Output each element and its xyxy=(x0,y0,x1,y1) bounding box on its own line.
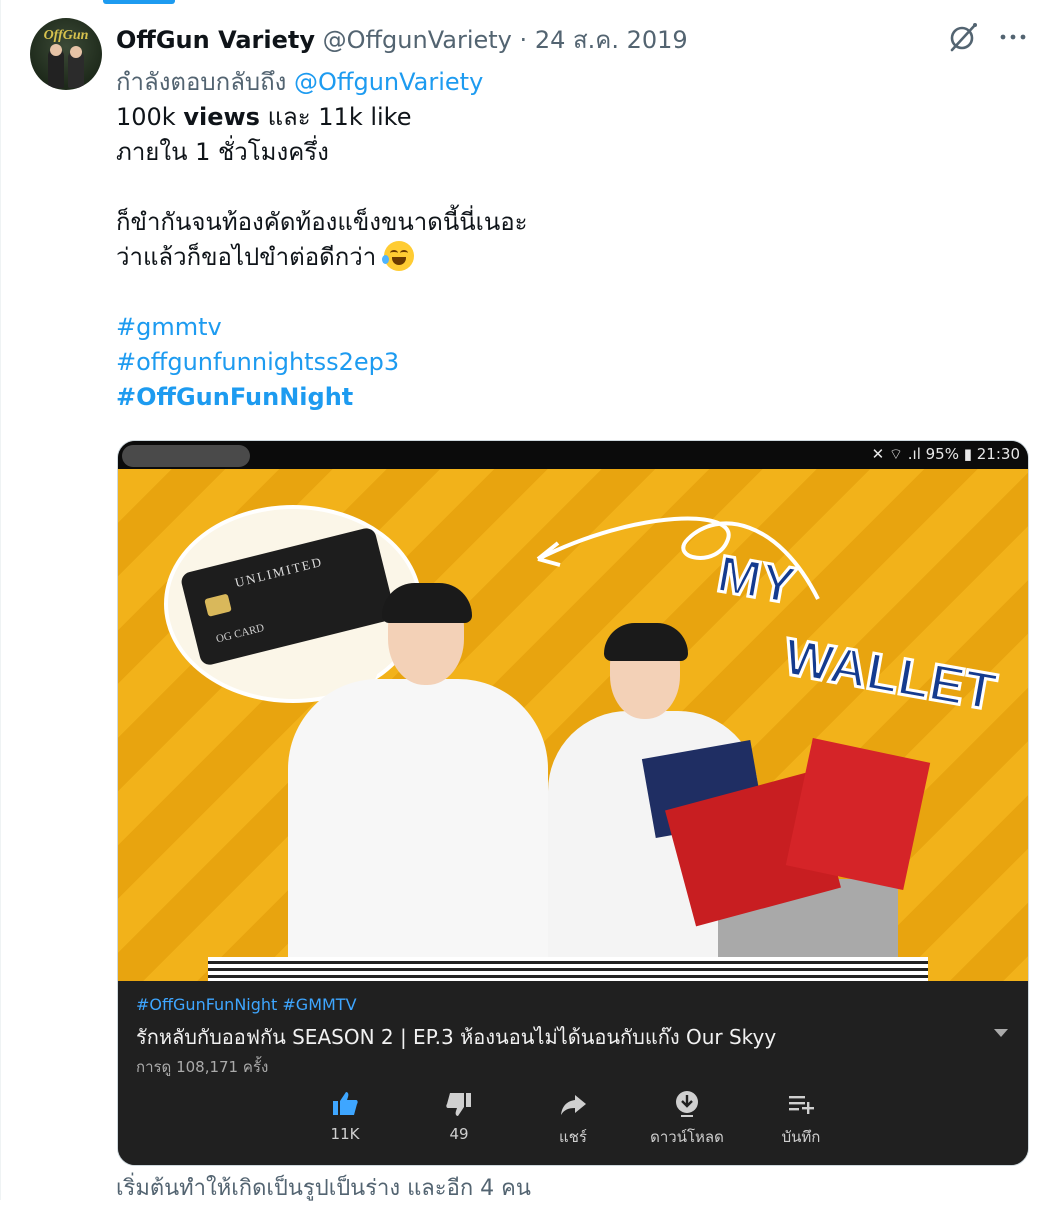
display-name[interactable]: OffGun Variety xyxy=(116,26,315,54)
expand-caret-icon[interactable] xyxy=(994,1029,1008,1037)
download-label: ดาวน์โหลด xyxy=(650,1128,724,1146)
share-icon xyxy=(561,1095,586,1115)
media-attachment[interactable]: ✕ ⌔ .ıl 95% ▮ 21:30 UNLIMITED OG CARD MY… xyxy=(117,440,1029,1166)
more-options-icon[interactable] xyxy=(996,20,1030,54)
dislike-count: 49 xyxy=(449,1125,469,1143)
title-word-wallet: WALLET xyxy=(778,626,1002,723)
status-bar-pill xyxy=(122,445,250,467)
tweet-line-3: ก็ขำกันจนท้องคัดท้องแข็งขนาดนี้นี่เนอะ xyxy=(116,208,528,236)
download-button[interactable]: ดาวน์โหลด xyxy=(627,1089,747,1149)
tweet-header: OffGun Variety @OffgunVariety · 24 ส.ค. … xyxy=(116,20,688,59)
share-button[interactable]: แชร์ xyxy=(513,1089,633,1149)
phone-status-bar: ✕ ⌔ .ıl 95% ▮ 21:30 xyxy=(118,441,1028,469)
user-handle[interactable]: @OffgunVariety xyxy=(323,26,512,54)
hashtag-offgunfunnightss2ep3[interactable]: #offgunfunnightss2ep3 xyxy=(116,348,399,376)
video-title[interactable]: รักหลับกับออฟกัน SEASON 2 | EP.3 ห้องนอน… xyxy=(136,1021,776,1053)
tweet-date[interactable]: 24 ส.ค. 2019 xyxy=(535,26,688,54)
top-accent-strip xyxy=(103,0,175,4)
title-word-my: MY xyxy=(712,544,802,618)
card-brand: UNLIMITED xyxy=(233,553,325,591)
tweet-line-1-start: 100k xyxy=(116,103,184,131)
replying-prefix: กำลังตอบกลับถึง xyxy=(116,68,287,96)
video-thumbnail[interactable]: UNLIMITED OG CARD MY WALLET xyxy=(118,469,1028,981)
like-button[interactable]: 11K xyxy=(285,1089,405,1143)
tweet-line-1: 100k views และ 11k like xyxy=(116,100,1016,135)
tweet-line-2: ภายใน 1 ชั่วโมงครึ่ง xyxy=(116,138,329,166)
person-left xyxy=(288,583,548,981)
rofl-emoji-icon xyxy=(381,241,414,271)
desk-edge xyxy=(208,957,928,981)
hashtag-offgunfunnight[interactable]: #OffGunFunNight xyxy=(116,383,353,411)
download-icon xyxy=(676,1091,698,1117)
dislike-button[interactable]: 49 xyxy=(399,1089,519,1143)
grok-icon[interactable] xyxy=(946,20,980,54)
status-bar-text: ✕ ⌔ .ıl 95% ▮ 21:30 xyxy=(871,445,1020,463)
replying-to: กำลังตอบกลับถึง @OffgunVariety xyxy=(116,62,483,101)
replying-mention-link[interactable]: @OffgunVariety xyxy=(294,68,483,96)
hashtag-gmmtv[interactable]: #gmmtv xyxy=(116,313,222,341)
tweet-line-4: ว่าแล้วก็ขอไปขำต่อดีกว่า xyxy=(116,240,1016,275)
thumbs-down-icon xyxy=(446,1093,471,1116)
like-count: 11K xyxy=(330,1125,360,1143)
tweet-line-1-bold: views xyxy=(183,103,260,131)
video-view-count: การดู 108,171 ครั้ง xyxy=(136,1058,269,1076)
timeline-border xyxy=(0,0,1,1200)
save-label: บันทึก xyxy=(781,1128,821,1146)
tweet-line-4-text: ว่าแล้วก็ขอไปขำต่อดีกว่า xyxy=(116,243,377,271)
save-playlist-icon xyxy=(789,1096,814,1114)
avatar-face-left xyxy=(50,44,62,56)
share-label: แชร์ xyxy=(559,1128,587,1146)
shopping-bag-red-2 xyxy=(785,737,931,891)
avatar-face-right xyxy=(70,46,82,58)
avatar-logo-text: OffGun xyxy=(43,28,89,43)
avatar[interactable]: OffGun xyxy=(30,18,102,90)
thumbs-up-icon xyxy=(333,1092,358,1115)
save-button[interactable]: บันทึก xyxy=(741,1089,861,1149)
header-separator: · xyxy=(519,26,528,54)
tweet-line-1-end: และ 11k like xyxy=(259,103,412,131)
card-name: OG CARD xyxy=(214,621,266,646)
video-hashtags[interactable]: #OffGunFunNight #GMMTV xyxy=(136,995,357,1014)
card-chip xyxy=(204,593,232,617)
tweet-text: 100k views และ 11k like ภายใน 1 ชั่วโมงค… xyxy=(116,100,1016,415)
video-info-panel: #OffGunFunNight #GMMTV รักหลับกับออฟกัน … xyxy=(118,981,1028,1165)
